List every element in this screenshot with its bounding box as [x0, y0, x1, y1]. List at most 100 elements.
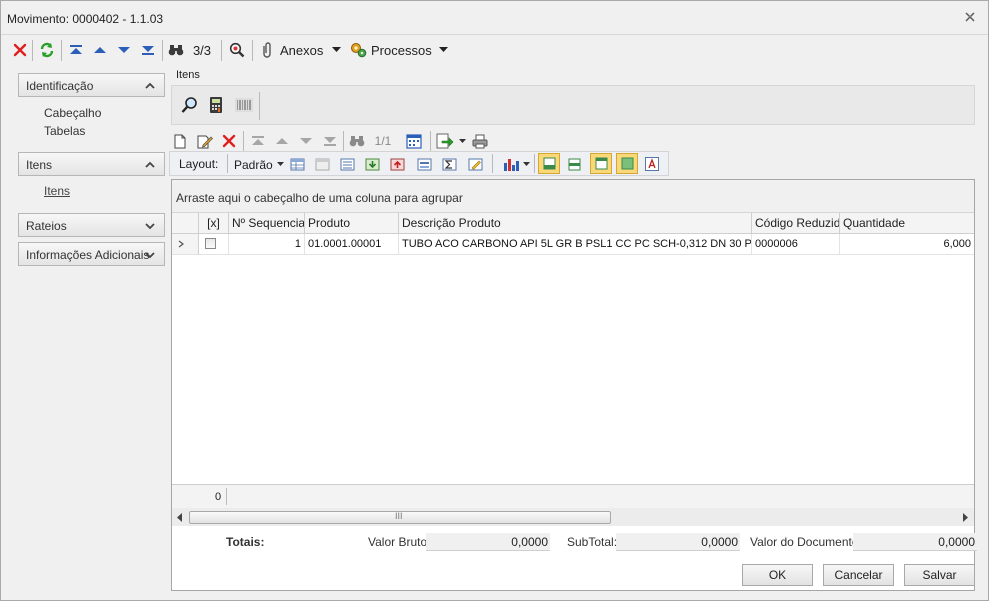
subtotal-label: SubTotal: [567, 535, 618, 549]
next-record-icon [118, 47, 130, 53]
panel-icon [595, 157, 607, 170]
last-record-button[interactable] [139, 40, 157, 60]
dropdown-arrow-icon [276, 162, 284, 166]
group-by-hint: Arraste aqui o cabeçalho de uma coluna p… [176, 191, 463, 205]
layout-select[interactable]: Padrão [234, 156, 284, 173]
valor-documento-field: 0,0000 [853, 533, 977, 551]
view-toggle-1[interactable] [538, 153, 560, 174]
valor-bruto-field: 0,0000 [426, 533, 550, 551]
ok-button[interactable]: OK [742, 564, 813, 586]
subtotal-field: 0,0000 [616, 533, 740, 551]
previous-item-button[interactable] [273, 131, 291, 151]
font-button[interactable] [643, 154, 661, 174]
cell-produto: 01.0001.00001 [305, 234, 399, 255]
new-item-button[interactable] [172, 131, 188, 151]
column-header-quantidade[interactable]: Quantidade [840, 213, 974, 234]
view-toggle-3[interactable] [590, 153, 612, 174]
refresh-button[interactable] [38, 40, 56, 60]
layout-columns-button[interactable] [338, 154, 356, 174]
barcode-button[interactable] [234, 95, 254, 115]
last-record-icon [324, 137, 336, 146]
font-icon [645, 157, 659, 171]
layout-sum-button[interactable] [440, 154, 458, 174]
barcode-icon [235, 98, 253, 112]
close-window-icon[interactable] [964, 11, 976, 23]
first-item-button[interactable] [249, 131, 267, 151]
search-item-button[interactable] [180, 95, 200, 115]
find-button[interactable] [167, 40, 185, 60]
totais-label: Totais: [226, 535, 265, 549]
cancelar-button[interactable]: Cancelar [823, 564, 894, 586]
calendar-view-button[interactable] [404, 131, 424, 151]
next-item-button[interactable] [297, 131, 315, 151]
magnifier-icon [229, 42, 245, 58]
itens-toolbar-top [171, 85, 975, 125]
first-record-button[interactable] [67, 40, 85, 60]
chevron-down-icon [145, 252, 155, 259]
nav-link-itens[interactable]: Itens [44, 184, 70, 198]
layout-filter-button[interactable] [415, 154, 433, 174]
paperclip-icon [263, 42, 271, 58]
horizontal-scrollbar[interactable]: III [172, 508, 974, 526]
binoculars-icon [349, 136, 365, 147]
next-record-icon [300, 138, 312, 144]
cell-descricao: TUBO ACO CARBONO API 5L GR B PSL1 CC PC … [399, 234, 752, 255]
column-header-descricao[interactable]: Descrição Produto [399, 213, 752, 234]
calculator-button[interactable] [207, 95, 225, 115]
print-button[interactable] [470, 131, 490, 151]
previous-record-icon [276, 138, 288, 144]
column-header-codigo-reduzido[interactable]: Código Reduzido [752, 213, 840, 234]
search-icon [181, 97, 197, 113]
view-toggle-2[interactable] [565, 154, 583, 174]
nav-link-tabelas[interactable]: Tabelas [44, 124, 85, 138]
delete-item-button[interactable] [220, 131, 238, 151]
group-by-panel[interactable]: Arraste aqui o cabeçalho de uma coluna p… [172, 180, 974, 213]
processos-button[interactable]: Processos [350, 40, 432, 60]
column-header-select[interactable]: [x] [199, 213, 229, 234]
anexos-button[interactable]: Anexos [259, 40, 325, 60]
layout-toolbar: Layout: Padrão [169, 151, 669, 176]
scrollbar-thumb[interactable]: III [189, 511, 611, 524]
find-item-button[interactable] [348, 131, 366, 151]
export-dropdown[interactable] [457, 131, 467, 151]
nav-group-rateios[interactable]: Rateios [18, 213, 165, 237]
row-pointer-icon [178, 240, 184, 248]
view-toggle-4[interactable] [616, 153, 638, 174]
nav-group-identificacao[interactable]: Identificação [18, 73, 165, 97]
layout-highlight-button[interactable] [466, 154, 484, 174]
export-button[interactable] [435, 131, 455, 151]
edit-item-button[interactable] [196, 131, 214, 151]
chart-dropdown[interactable] [522, 154, 530, 174]
salvar-button[interactable]: Salvar [904, 564, 975, 586]
scroll-right-icon[interactable] [963, 513, 969, 522]
dropdown-arrow-icon [331, 47, 341, 52]
last-item-button[interactable] [321, 131, 339, 151]
layout-export-button[interactable] [388, 154, 406, 174]
row-select-checkbox[interactable] [205, 238, 216, 249]
nav-group-itens[interactable]: Itens [18, 152, 165, 176]
delete-icon [13, 43, 27, 57]
layout-disabled-button[interactable] [313, 154, 331, 174]
anexos-dropdown[interactable] [330, 40, 342, 60]
delete-record-button[interactable] [11, 40, 29, 60]
column-header-produto[interactable]: Produto [305, 213, 399, 234]
printer-icon [472, 134, 488, 148]
nav-group-informacoes-adicionais[interactable]: Informações Adicionais [18, 242, 165, 266]
layout-import-button[interactable] [363, 154, 381, 174]
nav-link-cabecalho[interactable]: Cabeçalho [44, 106, 101, 120]
scroll-left-icon[interactable] [177, 513, 183, 522]
export-icon [436, 133, 454, 149]
gears-icon [351, 43, 367, 58]
zoom-button[interactable] [227, 40, 247, 60]
previous-record-button[interactable] [91, 40, 109, 60]
next-record-button[interactable] [115, 40, 133, 60]
column-header-sequencial[interactable]: Nº Sequencial [229, 213, 305, 234]
chart-button[interactable] [501, 154, 521, 174]
processos-dropdown[interactable] [437, 40, 449, 60]
window-title: Movimento: 0000402 - 1.1.03 [7, 12, 164, 26]
layout-save-button[interactable] [288, 154, 306, 174]
row-indicator [172, 234, 199, 255]
nav-group-label: Rateios [26, 219, 67, 233]
dropdown-arrow-icon [458, 138, 466, 143]
previous-record-icon [94, 47, 106, 53]
